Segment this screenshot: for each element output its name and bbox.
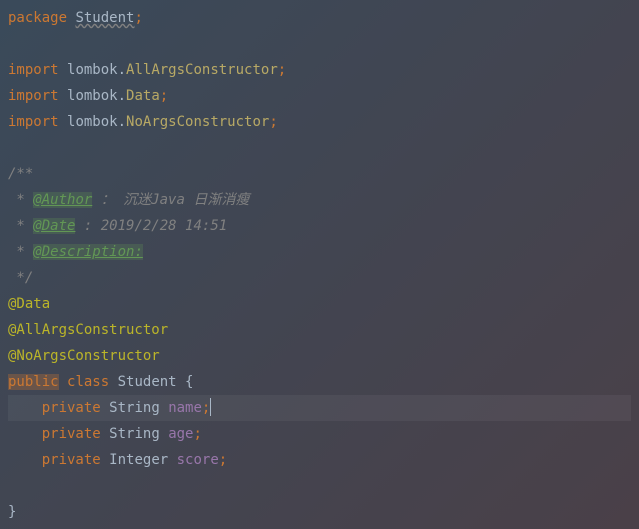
- import-pkg: lombok.: [67, 114, 126, 130]
- type-integer: Integer: [109, 452, 168, 468]
- javadoc-start: /**: [8, 166, 33, 182]
- semicolon: ;: [202, 400, 210, 416]
- semicolon: ;: [193, 426, 201, 442]
- code-line-javadoc-date: * @Date : 2019/2/28 14:51: [8, 213, 631, 239]
- import-class: AllArgsConstructor: [126, 62, 278, 78]
- code-line-import2: import lombok.Data;: [8, 83, 631, 109]
- type-string: String: [109, 426, 160, 442]
- semicolon: ;: [219, 452, 227, 468]
- code-line-blank: [8, 473, 631, 499]
- javadoc-author-text: ： 沉迷Java 日渐消瘦: [92, 192, 249, 208]
- keyword-private: private: [42, 426, 101, 442]
- javadoc-end: */: [8, 270, 33, 286]
- class-name: Student: [118, 374, 177, 390]
- code-line-class-decl: public class Student {: [8, 369, 631, 395]
- code-line-javadoc-author: * @Author ： 沉迷Java 日渐消瘦: [8, 187, 631, 213]
- type-string: String: [109, 400, 160, 416]
- semicolon: ;: [278, 62, 286, 78]
- code-line-import1: import lombok.AllArgsConstructor;: [8, 57, 631, 83]
- javadoc-desc-tag: @Description:: [33, 244, 143, 260]
- cursor: [210, 398, 211, 416]
- code-line-blank: [8, 135, 631, 161]
- code-line-anno-allargs: @AllArgsConstructor: [8, 317, 631, 343]
- import-pkg: lombok.: [67, 62, 126, 78]
- close-brace: }: [8, 504, 16, 520]
- annotation-noargs: @NoArgsConstructor: [8, 348, 160, 364]
- code-line-javadoc-start: /**: [8, 161, 631, 187]
- semicolon: ;: [160, 88, 168, 104]
- import-class: Data: [126, 88, 160, 104]
- code-line-package: package Student;: [8, 5, 631, 31]
- semicolon: ;: [134, 10, 142, 26]
- javadoc-star: *: [8, 192, 33, 208]
- field-score: score: [177, 452, 219, 468]
- keyword-import: import: [8, 114, 59, 130]
- import-class: NoArgsConstructor: [126, 114, 269, 130]
- keyword-package: package: [8, 10, 67, 26]
- import-pkg: lombok.: [67, 88, 126, 104]
- code-line-javadoc-desc: * @Description:: [8, 239, 631, 265]
- field-name: name: [168, 400, 202, 416]
- code-line-field-age: private String age;: [8, 421, 631, 447]
- keyword-public: public: [8, 374, 59, 390]
- keyword-import: import: [8, 88, 59, 104]
- keyword-class: class: [67, 374, 109, 390]
- keyword-private: private: [42, 400, 101, 416]
- annotation-allargs: @AllArgsConstructor: [8, 322, 168, 338]
- code-line-close-brace: }: [8, 499, 631, 525]
- code-line-anno-data: @Data: [8, 291, 631, 317]
- keyword-private: private: [42, 452, 101, 468]
- code-line-anno-noargs: @NoArgsConstructor: [8, 343, 631, 369]
- javadoc-star: *: [8, 244, 33, 260]
- javadoc-date-tag: @Date: [33, 218, 75, 234]
- code-line-blank: [8, 31, 631, 57]
- code-editor[interactable]: package Student; import lombok.AllArgsCo…: [8, 5, 631, 525]
- annotation-data: @Data: [8, 296, 50, 312]
- javadoc-star: *: [8, 218, 33, 234]
- code-line-field-name: private String name;: [8, 395, 631, 421]
- code-line-field-score: private Integer score;: [8, 447, 631, 473]
- javadoc-date-text: : 2019/2/28 14:51: [75, 218, 227, 234]
- open-brace: {: [177, 374, 194, 390]
- code-line-javadoc-end: */: [8, 265, 631, 291]
- code-line-import3: import lombok.NoArgsConstructor;: [8, 109, 631, 135]
- keyword-import: import: [8, 62, 59, 78]
- field-age: age: [168, 426, 193, 442]
- package-name: Student: [75, 10, 134, 26]
- javadoc-author-tag: @Author: [33, 192, 92, 208]
- semicolon: ;: [269, 114, 277, 130]
